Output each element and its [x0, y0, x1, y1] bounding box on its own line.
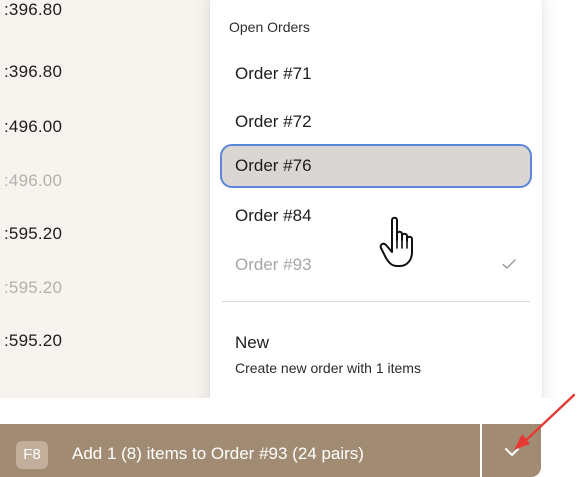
line-total-5: :595.20: [4, 224, 63, 243]
app-screen: :396.80 :396.80 :496.00 :496.00 :595.20 …: [0, 0, 578, 477]
line-total-2: :396.80: [4, 62, 63, 81]
order-lines-panel: :396.80 :396.80 :496.00 :496.00 :595.20 …: [0, 0, 212, 398]
checkmark-icon: [502, 259, 516, 269]
red-arrow-annotation-icon: [514, 393, 576, 450]
order-option-72[interactable]: Order #72: [220, 100, 532, 144]
new-order-option[interactable]: New: [235, 333, 269, 353]
order-option-93[interactable]: Order #93: [220, 243, 532, 287]
open-orders-dropdown: Open Orders Order #71 Order #72 Order #7…: [210, 0, 542, 414]
new-order-description: Create new order with 1 items: [235, 360, 421, 376]
hand-pointer-cursor-icon: [379, 216, 413, 267]
line-total-4: :496.00: [4, 171, 63, 190]
order-option-71[interactable]: Order #71: [220, 52, 532, 96]
line-total-7: :595.20: [4, 331, 63, 350]
line-total-6: :595.20: [4, 278, 63, 297]
dropdown-header: Open Orders: [229, 19, 310, 35]
order-option-84[interactable]: Order #84: [220, 194, 532, 238]
dropdown-divider: [222, 301, 530, 302]
line-total-3: :496.00: [4, 117, 63, 136]
line-total-1: :396.80: [4, 0, 63, 19]
order-option-76[interactable]: Order #76: [220, 144, 532, 188]
shortcut-key-badge: F8: [16, 441, 48, 469]
order-option-93-label: Order #93: [235, 255, 312, 274]
add-items-label: Add 1 (8) items to Order #93 (24 pairs): [72, 444, 364, 463]
